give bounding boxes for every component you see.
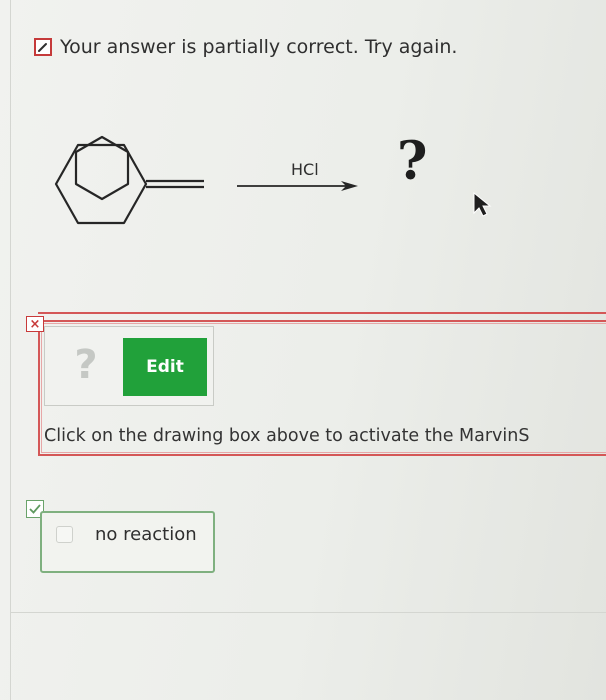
edit-button[interactable]: Edit bbox=[123, 338, 207, 396]
marvin-hint-text: Click on the drawing box above to activa… bbox=[44, 426, 530, 446]
x-icon: × bbox=[26, 316, 44, 332]
bottom-divider bbox=[10, 612, 606, 613]
drawing-placeholder-icon[interactable]: ? bbox=[66, 342, 106, 388]
reaction-arrow-icon bbox=[237, 181, 358, 191]
mouse-pointer-icon bbox=[473, 191, 492, 217]
reaction-scheme bbox=[54, 135, 492, 225]
methylenecyclohexane-structure-icon bbox=[54, 135, 204, 225]
no-reaction-label: no reaction bbox=[95, 524, 197, 545]
product-unknown-label: ? bbox=[397, 131, 428, 192]
reagent-label: HCl bbox=[291, 160, 319, 179]
no-reaction-checkbox[interactable] bbox=[56, 526, 73, 543]
